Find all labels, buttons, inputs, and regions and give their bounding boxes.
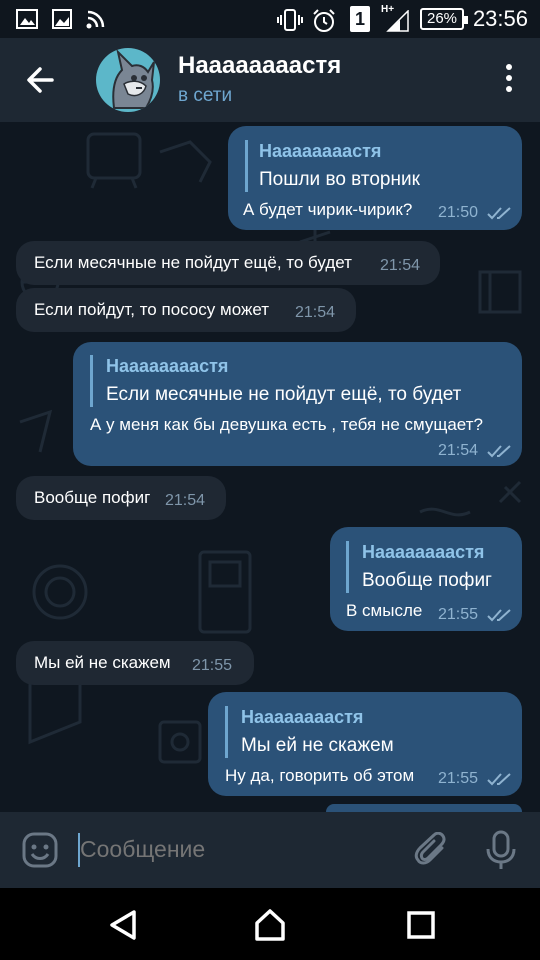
wifi-cast-icon xyxy=(86,10,105,29)
back-button[interactable] xyxy=(22,58,62,102)
paperclip-icon xyxy=(414,831,446,865)
message-time: 21:50 xyxy=(438,204,479,221)
signal-icon xyxy=(386,10,409,32)
microphone-icon xyxy=(486,830,516,869)
message-bubble-incoming[interactable]: Если месячные не пойдут ещё, то будет 21… xyxy=(16,241,440,285)
message-time: 21:54 xyxy=(380,257,421,274)
message-bubble-outgoing[interactable]: Наааааааастя Вообще пофиг В смысле 21:55 xyxy=(330,527,522,631)
message-bubble-outgoing-partial[interactable] xyxy=(326,804,522,812)
home-icon xyxy=(255,909,285,941)
reply-quote-bar xyxy=(225,706,228,758)
nav-home-button[interactable] xyxy=(253,908,287,942)
arrow-left-icon xyxy=(27,67,54,93)
contact-name[interactable]: Наааааааастя xyxy=(178,52,341,80)
nav-recents-button[interactable] xyxy=(404,908,438,942)
gallery-icon xyxy=(16,9,38,29)
image-icon xyxy=(52,9,72,29)
more-vertical-icon xyxy=(506,64,512,70)
message-bubble-incoming[interactable]: Если пойдут, то пососу может 21:54 xyxy=(16,288,356,332)
message-bubble-incoming[interactable]: Мы ей не скажем 21:55 xyxy=(16,641,254,685)
more-menu-button[interactable] xyxy=(502,64,516,98)
contact-status: в сети xyxy=(178,85,233,106)
attach-button[interactable] xyxy=(414,831,450,868)
message-time: 21:55 xyxy=(192,657,233,674)
reply-quote-bar xyxy=(346,541,349,593)
reply-author: Наааааааастя xyxy=(106,356,229,376)
message-input[interactable] xyxy=(80,836,380,863)
message-text: Если месячные не пойдут ещё, то будет xyxy=(34,253,352,272)
more-dot xyxy=(506,86,512,92)
message-time: 21:54 xyxy=(295,304,336,321)
reply-text: Мы ей не скажем xyxy=(241,735,394,756)
emoji-button[interactable] xyxy=(22,832,58,868)
status-time: 23:56 xyxy=(472,6,528,31)
message-time: 21:54 xyxy=(438,442,479,459)
message-time: 21:55 xyxy=(438,770,479,787)
message-composer xyxy=(0,812,540,888)
triangle-back-icon xyxy=(110,910,136,940)
message-bubble-outgoing[interactable]: Наааааааастя Если месячные не пойдут ещё… xyxy=(73,342,522,466)
chat-header: Наааааааастя в сети xyxy=(0,38,540,122)
double-check-icon xyxy=(487,445,511,458)
message-text: В смысле xyxy=(346,601,423,620)
message-bubble-incoming[interactable]: Вообще пофиг 21:54 xyxy=(16,476,226,520)
double-check-icon xyxy=(487,773,511,786)
nav-back-button[interactable] xyxy=(106,908,140,942)
avatar[interactable] xyxy=(96,48,160,112)
square-recents-icon xyxy=(407,911,435,939)
message-text: Ну да, говорить об этом xyxy=(225,766,415,785)
message-time: 21:55 xyxy=(438,606,479,623)
more-dot xyxy=(506,75,512,81)
sim-indicator: 1 xyxy=(350,6,370,32)
reply-quote-bar xyxy=(245,140,248,192)
message-text: Вообще пофиг xyxy=(34,488,151,507)
reply-quote-bar xyxy=(90,355,93,407)
message-text: Мы ей не скажем xyxy=(34,653,171,672)
system-nav-bar xyxy=(0,888,540,960)
message-bubble-outgoing[interactable]: Наааааааастя Пошли во вторник А будет чи… xyxy=(228,126,522,230)
reply-text: Пошли во вторник xyxy=(259,169,420,190)
reply-text: Если месячные не пойдут ещё, то будет xyxy=(106,384,462,405)
reply-author: Наааааааастя xyxy=(241,707,364,727)
message-time: 21:54 xyxy=(165,492,206,509)
alarm-icon xyxy=(313,9,335,32)
reply-author: Наааааааастя xyxy=(362,542,485,562)
vibrate-icon xyxy=(277,9,303,31)
message-bubble-outgoing[interactable]: Наааааааастя Мы ей не скажем Ну да, гово… xyxy=(208,692,522,796)
emoji-icon xyxy=(22,832,58,868)
cat-avatar-icon xyxy=(112,48,155,109)
status-bar: 1 H+ 26% 23:56 xyxy=(0,0,540,38)
battery-indicator: 26% xyxy=(420,8,468,30)
double-check-icon xyxy=(487,609,511,622)
message-text: Если пойдут, то пососу может xyxy=(34,300,270,319)
reply-text: Вообще пофиг xyxy=(362,570,492,591)
reply-author: Наааааааастя xyxy=(259,141,382,161)
message-text: А будет чирик-чирик? xyxy=(243,200,413,219)
message-text: А у меня как бы девушка есть , тебя не с… xyxy=(90,415,483,434)
voice-record-button[interactable] xyxy=(484,830,518,870)
double-check-icon xyxy=(487,207,511,220)
